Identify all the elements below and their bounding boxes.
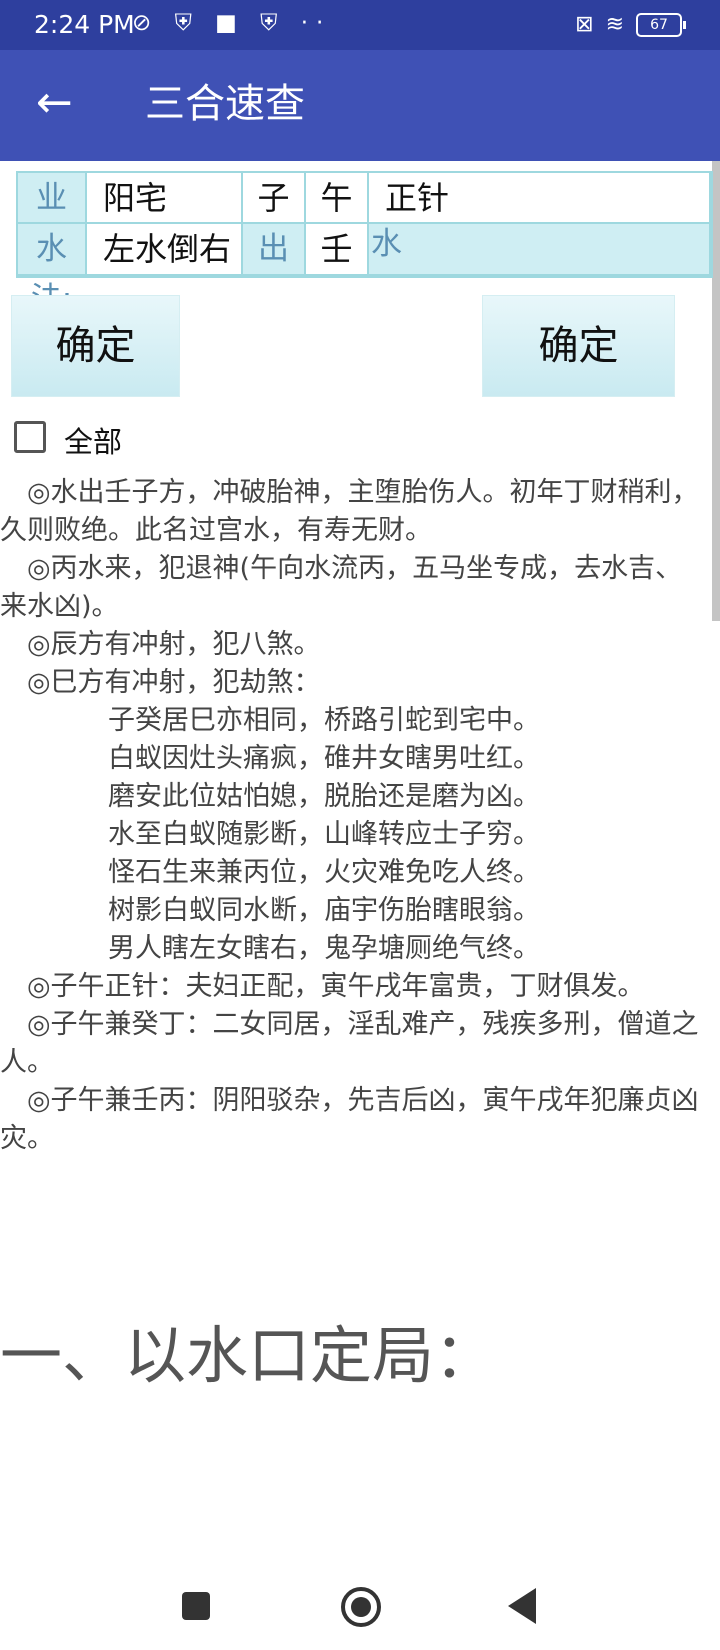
result-line: ◎子午兼壬丙：阴阳驳杂，先吉后凶，寅午戌年犯廉贞凶 (0, 1085, 699, 1116)
scrollbar[interactable] (712, 161, 720, 621)
result-line: ◎子午兼癸丁：二女同居，淫乱难产，残疾多刑，僧道之 (0, 1009, 699, 1040)
system-nav-bar (0, 1558, 720, 1650)
all-checkbox[interactable] (14, 421, 46, 453)
confirm-right-button[interactable]: 确定 (482, 295, 675, 397)
business-type-field[interactable]: 阳宅 (87, 173, 241, 222)
battery-icon: 67 (636, 12, 686, 37)
business-label: 业务: (18, 173, 85, 266)
result-line: 人。 (0, 1047, 54, 1078)
water-method-label: 水法: (18, 224, 85, 317)
result-line: ◎子午正针：夫妇正配，寅午戌年富贵，丁财俱发。 (0, 971, 645, 1002)
confirm-left-button[interactable]: 确定 (11, 295, 180, 397)
face-direction-field[interactable]: 午 (306, 173, 367, 222)
status-time: 2:24 PM (34, 10, 135, 39)
home-icon[interactable] (341, 1587, 381, 1627)
status-bar: 2:24 PM ⊘ ⛨ ■ ⛨ ·· ⊠ ≋ 67 (0, 0, 720, 50)
poem-line: 男人瞎左女瞎右，鬼孕塘厕绝气终。 (0, 933, 540, 964)
result-line: 久则败绝。此名过宫水，有寿无财。 (0, 515, 432, 546)
poem-line: 子癸居巳亦相同，桥路引蛇到宅中。 (0, 705, 540, 736)
all-checkbox-label: 全部 (64, 425, 123, 459)
result-line: ◎丙水来，犯退神(午向水流丙，五马坐专成，去水吉、 (0, 553, 683, 584)
result-line: 灾。 (0, 1123, 54, 1154)
result-line: 来水凶)。 (0, 591, 119, 622)
recents-icon[interactable] (182, 1592, 210, 1620)
page-title: 三合速查 (145, 81, 305, 127)
wifi-icon: ≋ (605, 12, 624, 37)
poem-line: 磨安此位姑怕媳，脱胎还是磨为凶。 (0, 781, 540, 812)
query-form: 业务: 阳宅 子 午 正针 水法: 左水倒右 出 壬 水 (16, 171, 713, 317)
outlet-label: 出 (243, 224, 304, 274)
result-line: ◎辰方有冲射，犯八煞。 (0, 629, 321, 660)
water-flow-field[interactable]: 左水倒右 (87, 224, 241, 274)
poem-line: 树影白蚁同水断，庙宇伤胎瞎眼翁。 (0, 895, 540, 926)
no-sim-icon: ⊠ (575, 12, 594, 37)
needle-type-field[interactable]: 正针 (369, 173, 709, 222)
poem-line: 白蚁因灶头痛疯，碓井女瞎男吐红。 (0, 743, 540, 774)
system-icons: ⊠ ≋ 67 (575, 12, 686, 37)
section-heading: 一、以水口定局： (0, 1319, 497, 1392)
back-arrow-icon[interactable]: ← (36, 78, 73, 128)
app-bar: ← 三合速查 (0, 50, 720, 161)
outlet-direction-field[interactable]: 壬 (306, 224, 367, 274)
back-triangle-icon[interactable] (508, 1588, 536, 1624)
result-line: ◎巳方有冲射，犯劫煞： (0, 667, 321, 698)
poem-line: 水至白蚁随影断，山峰转应士子穷。 (0, 819, 540, 850)
result-line: ◎水出壬子方，冲破胎神，主堕胎伤人。初年丁财稍利， (0, 477, 699, 508)
notification-icons: ⊘ ⛨ ■ ⛨ ·· (132, 10, 332, 36)
sit-direction-field[interactable]: 子 (243, 173, 304, 222)
poem-line: 怪石生来兼丙位，火灾难免吃人终。 (0, 857, 540, 888)
water-suffix-label: 水 (369, 224, 709, 274)
